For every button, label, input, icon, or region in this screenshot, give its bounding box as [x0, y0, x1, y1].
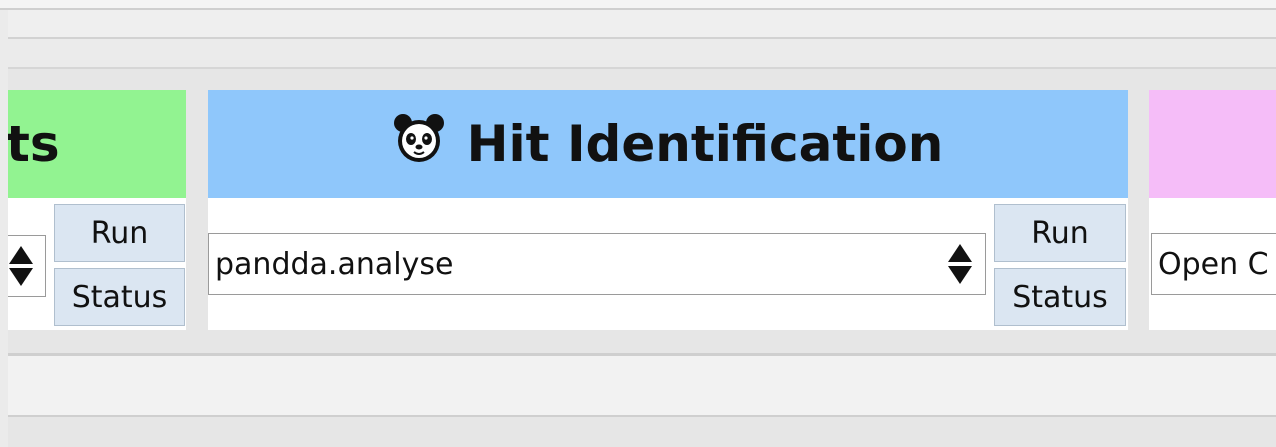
- left-program-select[interactable]: [8, 235, 46, 297]
- left-run-button[interactable]: Run: [54, 204, 185, 262]
- bottom-band: [8, 417, 1276, 447]
- arrow-down-icon: [9, 268, 33, 286]
- hit-identification-header: Hit Identification: [208, 90, 1128, 198]
- left-pipeline-panel: ts Run Status: [8, 90, 186, 330]
- hit-identification-run-button[interactable]: Run: [994, 204, 1126, 262]
- right-panel-header: [1149, 90, 1276, 198]
- program-select[interactable]: pandda.analyse: [208, 233, 986, 295]
- right-program-select[interactable]: Open C: [1151, 233, 1276, 295]
- left-panel-title: ts: [8, 115, 60, 173]
- arrow-up-icon: [9, 246, 33, 264]
- panda-icon: [393, 114, 444, 162]
- lower-panel-band: [8, 353, 1276, 417]
- arrow-up-icon: [948, 244, 972, 262]
- left-select-spin-arrows[interactable]: [8, 243, 34, 289]
- program-select-spin-arrows[interactable]: [947, 241, 973, 287]
- window-top-edge: [0, 0, 1276, 10]
- hit-identification-panel: Hit Identification pandda.analyse Run St…: [208, 90, 1128, 330]
- right-pipeline-panel: Open C: [1149, 90, 1276, 330]
- hit-identification-title: Hit Identification: [466, 115, 944, 173]
- tab-strip: [8, 39, 1276, 69]
- hit-identification-status-button[interactable]: Status: [994, 268, 1126, 326]
- program-select-value: pandda.analyse: [215, 246, 454, 282]
- toolbar-strip: [8, 10, 1276, 39]
- arrow-down-icon: [948, 266, 972, 284]
- left-status-button[interactable]: Status: [54, 268, 185, 326]
- left-panel-header: ts: [8, 90, 186, 198]
- right-program-select-value: Open C: [1158, 246, 1269, 282]
